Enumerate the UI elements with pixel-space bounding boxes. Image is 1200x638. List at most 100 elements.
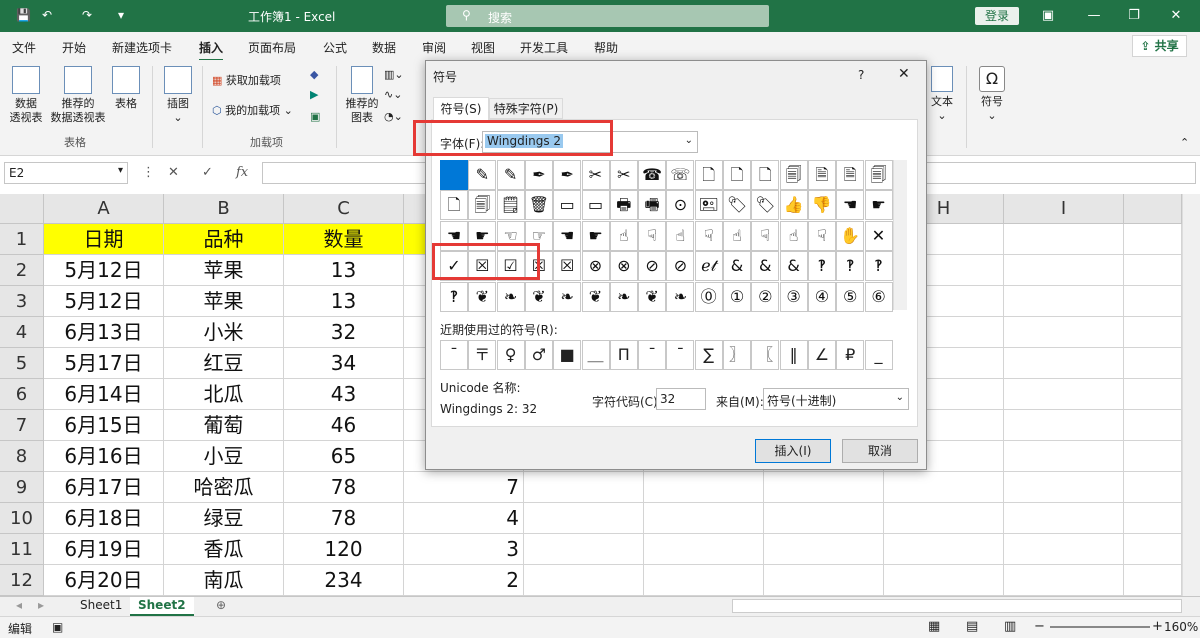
- symbol-cell[interactable]: ❦: [524, 281, 553, 312]
- table-cell[interactable]: 6月14日: [44, 379, 164, 410]
- symbol-cell[interactable]: &: [723, 251, 751, 282]
- recent-symbol-cell[interactable]: ₽: [836, 340, 865, 370]
- symbol-cell[interactable]: [440, 160, 468, 190]
- row-header[interactable]: 11: [0, 534, 44, 565]
- column-header-b[interactable]: B: [164, 194, 284, 224]
- table-cell[interactable]: 32: [284, 317, 404, 348]
- symbol-cell[interactable]: 🗐: [864, 160, 893, 190]
- recent-symbol-cell[interactable]: ˉ: [440, 340, 468, 370]
- row-header[interactable]: 12: [0, 565, 44, 596]
- recent-symbol-cell[interactable]: ■: [553, 340, 582, 370]
- table-cell[interactable]: 6月19日: [44, 534, 164, 565]
- table-cell[interactable]: [1124, 441, 1182, 472]
- symbol-cell[interactable]: ☟: [807, 220, 836, 251]
- symbol-cell[interactable]: ❧: [666, 281, 695, 312]
- table-cell[interactable]: 234: [284, 565, 404, 596]
- recent-symbol-cell[interactable]: 〒: [468, 340, 497, 370]
- symbol-cell[interactable]: ☒: [553, 251, 582, 282]
- insert-button[interactable]: 插入(I): [755, 439, 831, 463]
- table-cell[interactable]: [764, 534, 884, 565]
- symbol-grid-scrollbar[interactable]: [893, 160, 907, 310]
- tab-special-characters[interactable]: 特殊字符(P): [489, 98, 563, 119]
- row-header[interactable]: 6: [0, 379, 44, 410]
- table-cell[interactable]: [524, 503, 644, 534]
- recent-symbol-cell[interactable]: ∑: [694, 340, 723, 370]
- table-cell[interactable]: [1124, 286, 1182, 317]
- symbol-cell[interactable]: ②: [751, 281, 780, 312]
- table-cell[interactable]: [1124, 255, 1182, 286]
- symbol-cell[interactable]: 🗐: [779, 160, 808, 190]
- recent-symbol-cell[interactable]: _: [864, 340, 893, 370]
- table-cell[interactable]: 数量: [284, 224, 404, 255]
- table-cell[interactable]: 6月18日: [44, 503, 164, 534]
- table-cell[interactable]: [1004, 255, 1124, 286]
- menu-developer[interactable]: 开发工具: [520, 39, 568, 56]
- symbol-cell[interactable]: ‽: [440, 281, 468, 312]
- symbol-cell[interactable]: ☟: [694, 220, 723, 251]
- symbol-cell[interactable]: ❦: [581, 281, 610, 312]
- symbol-cell[interactable]: ☛: [864, 190, 893, 221]
- symbol-cell[interactable]: 🗎: [807, 160, 836, 190]
- symbol-cell[interactable]: ⓪: [694, 281, 723, 312]
- zoom-level[interactable]: 160%: [1164, 620, 1198, 634]
- symbol-cell[interactable]: 👍: [779, 190, 808, 221]
- menu-view[interactable]: 视图: [471, 39, 495, 56]
- table-cell[interactable]: 6月17日: [44, 472, 164, 503]
- char-code-input[interactable]: 32: [656, 388, 706, 410]
- bar-chart-icon[interactable]: ▥⌄: [384, 68, 404, 82]
- table-cell[interactable]: [1004, 534, 1124, 565]
- symbol-cell[interactable]: &: [751, 251, 780, 282]
- column-header-c[interactable]: C: [284, 194, 404, 224]
- zoom-in-icon[interactable]: +: [1152, 619, 1163, 634]
- save-icon[interactable]: 💾: [16, 8, 31, 22]
- table-cell[interactable]: [884, 503, 1004, 534]
- zoom-out-icon[interactable]: −: [1034, 619, 1045, 634]
- recent-symbol-cell[interactable]: 〗: [723, 340, 751, 370]
- symbol-cell[interactable]: 🗋: [723, 160, 751, 190]
- table-cell[interactable]: [644, 472, 764, 503]
- collapse-ribbon-icon[interactable]: ⌃: [1180, 136, 1189, 150]
- people-graph-icon[interactable]: ▣: [310, 110, 320, 124]
- table-cell[interactable]: [1124, 503, 1182, 534]
- zoom-slider[interactable]: [1050, 626, 1150, 628]
- table-cell[interactable]: [1004, 286, 1124, 317]
- table-cell[interactable]: [1004, 317, 1124, 348]
- row-header[interactable]: 3: [0, 286, 44, 317]
- symbol-cell[interactable]: 🏷: [751, 190, 780, 221]
- symbol-cell[interactable]: ✎: [496, 160, 525, 190]
- illustrations-button[interactable]: 插图 ⌄: [160, 66, 196, 125]
- undo-icon[interactable]: ↶: [42, 8, 52, 22]
- pie-chart-icon[interactable]: ◔⌄: [384, 110, 403, 124]
- symbol-cell[interactable]: 🗑: [524, 190, 553, 221]
- confirm-entry-icon[interactable]: ✓: [202, 165, 213, 180]
- table-cell[interactable]: [884, 565, 1004, 596]
- table-cell[interactable]: [1124, 410, 1182, 441]
- symbol-cell[interactable]: ❧: [609, 281, 638, 312]
- symbol-cell[interactable]: ⑤: [836, 281, 865, 312]
- menu-insert[interactable]: 插入: [199, 39, 224, 61]
- vertical-scrollbar[interactable]: [1182, 194, 1200, 596]
- table-cell[interactable]: [644, 503, 764, 534]
- menu-new-tab[interactable]: 新建选项卡: [112, 39, 172, 56]
- table-cell[interactable]: 5月12日: [44, 286, 164, 317]
- table-cell[interactable]: 13: [284, 255, 404, 286]
- minimize-icon[interactable]: —: [1084, 6, 1104, 26]
- row-header[interactable]: 4: [0, 317, 44, 348]
- symbol-cell[interactable]: 🖷: [638, 190, 667, 221]
- menu-file[interactable]: 文件: [12, 39, 36, 56]
- row-header[interactable]: 2: [0, 255, 44, 286]
- menu-formulas[interactable]: 公式: [323, 39, 347, 56]
- symbol-cell[interactable]: ☛: [581, 220, 610, 251]
- symbol-cell[interactable]: ✂: [581, 160, 610, 190]
- symbol-cell[interactable]: ✒: [524, 160, 553, 190]
- symbol-cell[interactable]: ☝: [666, 220, 695, 251]
- ribbon-display-icon[interactable]: ▣: [1038, 6, 1058, 26]
- symbol-cell[interactable]: ☟: [751, 220, 780, 251]
- recent-symbol-cell[interactable]: 〖: [751, 340, 780, 370]
- symbol-cell[interactable]: 🗋: [751, 160, 780, 190]
- table-cell[interactable]: [524, 534, 644, 565]
- column-header-i[interactable]: I: [1004, 194, 1124, 224]
- symbol-cell[interactable]: ✕: [864, 220, 893, 251]
- menu-data[interactable]: 数据: [372, 39, 396, 56]
- recent-symbol-cell[interactable]: ∠: [807, 340, 836, 370]
